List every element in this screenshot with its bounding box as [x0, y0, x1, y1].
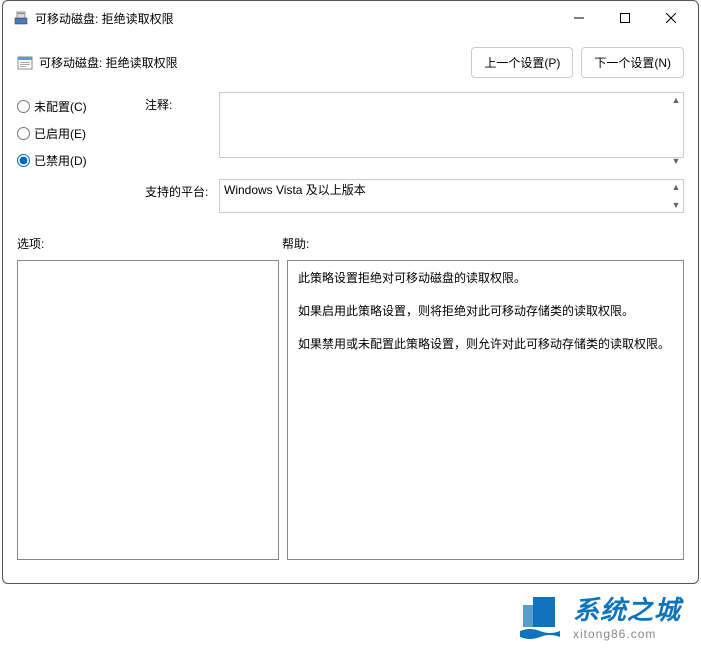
- scroll-up-icon[interactable]: ▲: [670, 181, 682, 193]
- close-button[interactable]: [648, 3, 694, 33]
- watermark-url-text: xitong86.com: [573, 627, 681, 641]
- previous-setting-button[interactable]: 上一个设置(P): [471, 47, 573, 78]
- radio-not-configured-input[interactable]: [17, 100, 30, 113]
- next-setting-button[interactable]: 下一个设置(N): [581, 47, 684, 78]
- titlebar: 可移动磁盘: 拒绝读取权限: [3, 1, 698, 35]
- options-label: 选项:: [17, 235, 282, 252]
- comment-textarea[interactable]: [219, 92, 684, 158]
- scroll-up-icon[interactable]: ▲: [670, 94, 682, 106]
- options-panel: [17, 260, 279, 560]
- help-panel: 此策略设置拒绝对可移动磁盘的读取权限。 如果启用此策略设置，则将拒绝对此可移动存…: [287, 260, 684, 560]
- header-left: 可移动磁盘: 拒绝读取权限: [17, 54, 178, 71]
- nav-buttons: 上一个设置(P) 下一个设置(N): [471, 47, 684, 78]
- comment-wrap: ▲ ▼: [219, 92, 684, 169]
- watermark-logo-icon: [515, 591, 565, 641]
- comment-column: 注释: ▲ ▼: [145, 92, 684, 169]
- radio-enabled-input[interactable]: [17, 127, 30, 140]
- supported-wrap: Windows Vista 及以上版本 ▲ ▼: [219, 179, 684, 213]
- help-paragraph: 如果启用此策略设置，则将拒绝对此可移动存储类的读取权限。: [298, 302, 673, 321]
- scroll-down-icon[interactable]: ▼: [670, 199, 682, 211]
- watermark-cn-text: 系统之城: [573, 590, 681, 627]
- supported-row: 支持的平台: Windows Vista 及以上版本 ▲ ▼: [3, 175, 698, 215]
- radio-not-configured[interactable]: 未配置(C): [17, 98, 127, 115]
- minimize-button[interactable]: [556, 3, 602, 33]
- help-paragraph: 如果禁用或未配置此策略设置，则允许对此可移动存储类的读取权限。: [298, 335, 673, 354]
- policy-icon: [17, 55, 33, 71]
- radio-group: 未配置(C) 已启用(E) 已禁用(D): [17, 92, 127, 169]
- scroll-down-icon[interactable]: ▼: [670, 155, 682, 167]
- help-label: 帮助:: [282, 235, 309, 252]
- titlebar-left: 可移动磁盘: 拒绝读取权限: [13, 10, 174, 27]
- config-row: 未配置(C) 已启用(E) 已禁用(D) 注释: ▲ ▼: [3, 86, 698, 175]
- watermark-text: 系统之城 xitong86.com: [573, 590, 681, 641]
- watermark: 系统之城 xitong86.com: [515, 590, 681, 641]
- radio-enabled[interactable]: 已启用(E): [17, 125, 127, 142]
- section-labels: 选项: 帮助:: [3, 215, 698, 254]
- comment-label: 注释:: [145, 92, 213, 169]
- policy-title: 可移动磁盘: 拒绝读取权限: [39, 54, 178, 71]
- window-title: 可移动磁盘: 拒绝读取权限: [35, 10, 174, 27]
- supported-text: Windows Vista 及以上版本: [219, 179, 684, 213]
- panels-row: 此策略设置拒绝对可移动磁盘的读取权限。 如果启用此策略设置，则将拒绝对此可移动存…: [3, 254, 698, 574]
- window-controls: [556, 3, 694, 33]
- policy-editor-window: 可移动磁盘: 拒绝读取权限 可移动磁盘: 拒绝读取权限 上一个设置(P) 下一个…: [2, 0, 699, 584]
- radio-disabled[interactable]: 已禁用(D): [17, 152, 127, 169]
- help-paragraph: 此策略设置拒绝对可移动磁盘的读取权限。: [298, 269, 673, 288]
- radio-disabled-label: 已禁用(D): [34, 152, 87, 169]
- radio-disabled-input[interactable]: [17, 154, 30, 167]
- radio-enabled-label: 已启用(E): [34, 125, 86, 142]
- radio-not-configured-label: 未配置(C): [34, 98, 87, 115]
- supported-label: 支持的平台:: [145, 179, 213, 213]
- app-icon: [13, 10, 29, 26]
- maximize-button[interactable]: [602, 3, 648, 33]
- header-row: 可移动磁盘: 拒绝读取权限 上一个设置(P) 下一个设置(N): [3, 35, 698, 86]
